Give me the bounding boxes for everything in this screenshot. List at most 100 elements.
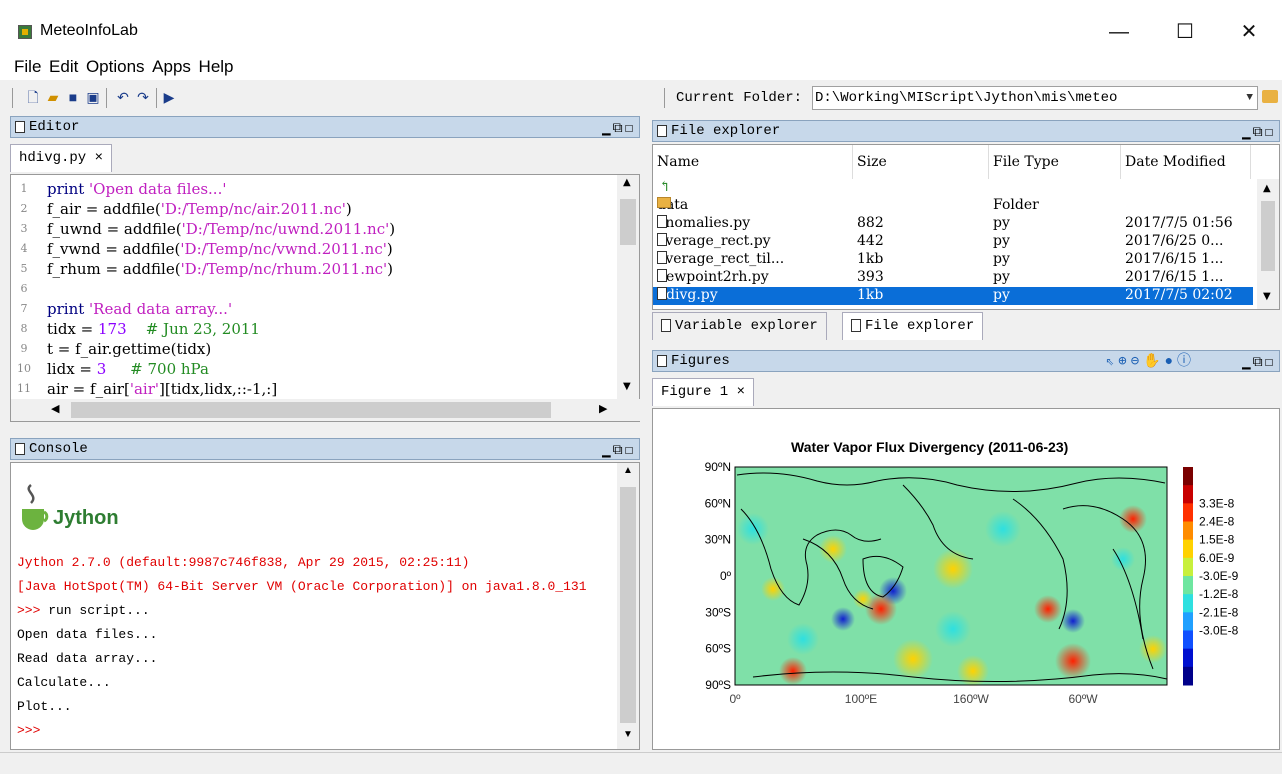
- column-header-file-type[interactable]: File Type: [989, 145, 1121, 179]
- file-date: 2017/6/15 1...: [1125, 251, 1224, 267]
- tab-file-explorer[interactable]: File explorer: [842, 312, 984, 340]
- undo-icon[interactable]: ↶: [114, 88, 132, 106]
- back-arrow-icon[interactable]: ↰: [659, 179, 671, 195]
- colorbar-segment: [1183, 666, 1193, 686]
- browse-folder-icon[interactable]: [1262, 90, 1278, 103]
- code-text: f_rhum = addfile('D:/Temp/nc/rhum.2011.n…: [47, 260, 394, 278]
- y-tick-label: 30ºS: [705, 605, 731, 619]
- code-editor[interactable]: 1 print 'Open data files...' 2 f_air = addf…: [10, 174, 641, 422]
- redo-icon[interactable]: ↷: [134, 88, 152, 106]
- column-header-size[interactable]: Size: [853, 145, 989, 179]
- maximize-button[interactable]: ☐: [1162, 14, 1208, 50]
- field-anomaly: [957, 655, 989, 687]
- run-icon[interactable]: ▶: [160, 88, 178, 106]
- current-folder-combo[interactable]: D:\Working\MIScript\Jython\mis\meteo ▼: [812, 86, 1258, 110]
- editor-horizontal-scrollbar[interactable]: ◀ ▶: [11, 399, 641, 421]
- file-name: hdivg.py: [657, 287, 718, 303]
- colorbar-segment: [1183, 503, 1193, 522]
- colorbar-label: -1.2E-8: [1199, 587, 1239, 601]
- file-size: 882: [857, 215, 884, 231]
- console-vertical-scrollbar[interactable]: ▲ ▼: [617, 463, 639, 749]
- zoom-in-icon[interactable]: ⊕: [1118, 354, 1130, 370]
- file-row[interactable]: dewpoint2rh.py 393 py 2017/6/15 1...: [653, 269, 1253, 287]
- editor-vertical-scrollbar[interactable]: ▲ ▼: [617, 175, 639, 399]
- line-number: 7: [20, 302, 28, 315]
- menu-apps[interactable]: Apps: [150, 52, 193, 82]
- column-header-date-modified[interactable]: Date Modified: [1121, 145, 1251, 179]
- figure-canvas[interactable]: Water Vapor Flux Divergency (2011-06-23)…: [652, 408, 1280, 750]
- menu-edit[interactable]: Edit: [47, 52, 80, 82]
- jython-logo-text: Jython: [53, 507, 119, 529]
- save-icon[interactable]: ■: [64, 88, 82, 106]
- file-size: 1kb: [857, 287, 884, 303]
- menu-help[interactable]: Help: [197, 52, 236, 82]
- field-anomaly: [935, 611, 971, 647]
- file-row[interactable]: data Folder: [653, 197, 1253, 215]
- console-line: [Java HotSpot(TM) 64-Bit Server VM (Orac…: [17, 579, 587, 594]
- minimize-button[interactable]: —: [1096, 14, 1142, 50]
- chevron-down-icon[interactable]: ▼: [1246, 87, 1253, 109]
- status-bar: [0, 752, 1282, 774]
- menu-options[interactable]: Options: [84, 52, 147, 82]
- line-number: 6: [20, 282, 28, 295]
- y-tick-label: 60ºN: [705, 496, 731, 510]
- file-name: average_rect_til...: [657, 251, 785, 267]
- new-file-icon[interactable]: 🗋: [24, 88, 42, 106]
- file-row[interactable]: average_rect.py 442 py 2017/6/25 0...: [653, 233, 1253, 251]
- file-row[interactable]: average_rect_til... 1kb py 2017/6/15 1..…: [653, 251, 1253, 269]
- globe-icon[interactable]: ●: [1165, 354, 1177, 370]
- file-size: 393: [857, 269, 884, 285]
- line-number: 9: [20, 342, 28, 355]
- file-size: 442: [857, 233, 884, 249]
- open-file-icon[interactable]: ▰: [44, 88, 62, 106]
- panel-icon: [657, 355, 667, 367]
- figures-panel-title: Figures: [671, 353, 730, 369]
- info-icon[interactable]: ⓘ: [1177, 354, 1195, 370]
- console-line: >>>: [17, 723, 41, 738]
- figures-panel-header: Figures ⇖⊕⊖✋●ⓘ ▁⧉☐: [652, 350, 1280, 372]
- colorbar-segment: [1183, 521, 1193, 541]
- code-text: lidx = 3 # 700 hPa: [47, 360, 209, 378]
- current-folder-label: Current Folder:: [676, 90, 803, 106]
- colorbar-segment: [1183, 612, 1193, 631]
- file-name: dewpoint2rh.py: [657, 269, 769, 285]
- tab-variable-explorer[interactable]: Variable explorer: [652, 312, 827, 340]
- file-type: py: [993, 287, 1010, 303]
- console-output[interactable]: Jython Jython 2.7.0 (default:9987c746f83…: [10, 462, 640, 750]
- menu-file[interactable]: File: [12, 52, 43, 82]
- panel-window-controls[interactable]: ▁⧉☐: [602, 119, 635, 139]
- file-row[interactable]: anomalies.py 882 py 2017/7/5 01:56: [653, 215, 1253, 233]
- panel-window-controls[interactable]: ▁⧉☐: [602, 441, 635, 461]
- file-icon: [657, 251, 667, 264]
- editor-tab-hdivg[interactable]: hdivg.py ×: [10, 144, 113, 172]
- y-tick-label: 90ºN: [705, 460, 731, 474]
- file-row[interactable]: hdivg.py 1kb py 2017/7/5 02:02: [653, 287, 1253, 305]
- zoom-out-icon[interactable]: ⊖: [1131, 354, 1143, 370]
- colorbar-segment: [1183, 539, 1193, 559]
- line-number: 10: [17, 362, 31, 375]
- file-explorer-scrollbar[interactable]: ▲ ▼: [1257, 179, 1279, 309]
- code-text: t = f_air.gettime(tidx): [47, 340, 212, 358]
- code-text: print 'Open data files...': [47, 180, 227, 198]
- colorbar-label: -3.0E-9: [1199, 569, 1239, 583]
- panel-icon: [661, 318, 671, 332]
- field-anomaly: [853, 589, 873, 609]
- colorbar-segment: [1183, 467, 1193, 486]
- console-line: Calculate...: [17, 675, 111, 690]
- save-all-icon[interactable]: ▣: [84, 88, 102, 106]
- column-header-name[interactable]: Name: [653, 145, 853, 179]
- panel-window-controls[interactable]: ▁⧉☐: [1242, 123, 1275, 143]
- field-anomaly: [779, 657, 807, 685]
- line-number: 8: [20, 322, 28, 335]
- file-type: py: [993, 233, 1010, 249]
- close-button[interactable]: ✕: [1226, 14, 1272, 50]
- divergency-map[interactable]: 90ºN 60ºN 30ºN 0º 30ºS 60ºS 90ºS 0º 100ºE 160ºW 6…: [653, 409, 1279, 749]
- panel-window-controls[interactable]: ▁⧉☐: [1242, 353, 1275, 373]
- pointer-icon[interactable]: ⇖: [1106, 354, 1118, 370]
- field-anomaly: [737, 513, 769, 545]
- file-type: Folder: [993, 197, 1039, 213]
- file-explorer-panel-title: File explorer: [671, 123, 781, 139]
- pan-icon[interactable]: ✋: [1143, 354, 1164, 370]
- tab-figure-1[interactable]: Figure 1 ×: [652, 378, 755, 406]
- file-size: 1kb: [857, 251, 884, 267]
